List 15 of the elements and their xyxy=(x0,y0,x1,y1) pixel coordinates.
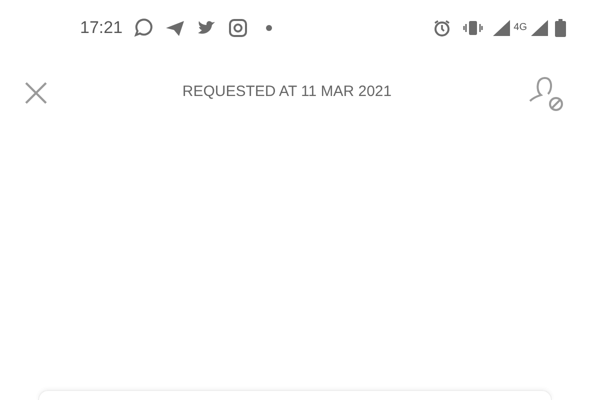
vibrate-icon xyxy=(462,20,483,36)
status-time: 17:21 xyxy=(80,16,123,39)
battery-icon xyxy=(555,18,566,36)
alarm-clock-icon xyxy=(432,18,451,36)
camera-icon xyxy=(228,18,247,36)
user-blocked-icon xyxy=(527,74,565,110)
signal-icon xyxy=(492,20,510,36)
network-label: 4G xyxy=(514,22,527,32)
signal-icon xyxy=(531,20,548,36)
paper-plane-icon xyxy=(164,18,185,36)
close-button[interactable] xyxy=(24,80,48,104)
bird-icon xyxy=(196,18,217,36)
header-title: REQUESTED AT 11 MAR 2021 xyxy=(182,82,392,102)
chat-bubble-icon xyxy=(132,18,153,38)
close-icon xyxy=(25,82,47,104)
